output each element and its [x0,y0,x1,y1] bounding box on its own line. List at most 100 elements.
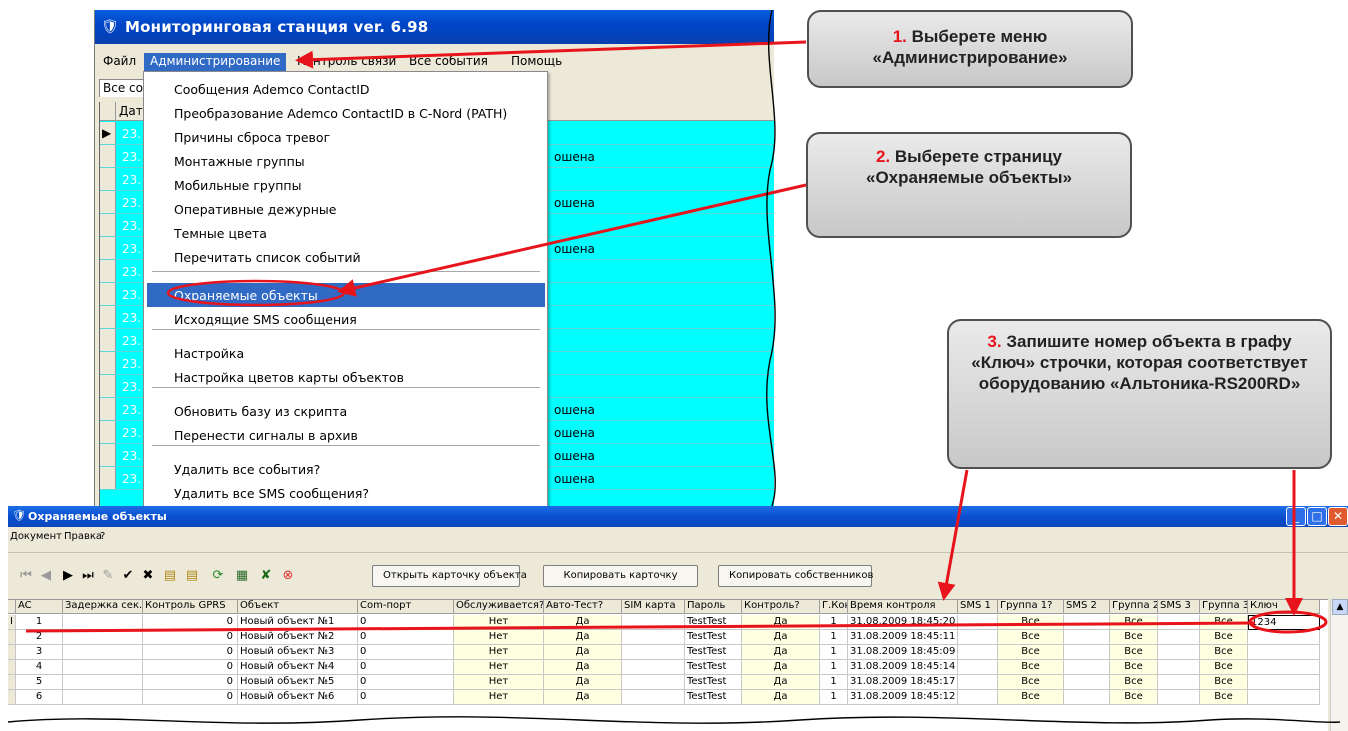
cell-password[interactable]: TestTest [685,675,742,690]
cell-ac[interactable]: 2 [16,630,63,645]
cell-object[interactable]: Новый объект №5 [238,675,358,690]
cell-group3[interactable]: Все [1200,630,1248,645]
menu-file[interactable]: Файл [97,53,142,71]
table-row[interactable]: 2 0 Новый объект №2 0 Нет Да TestTest Да 1 31.08.… [8,630,1328,645]
cell-control[interactable]: Да [742,690,820,705]
cell-sms2[interactable] [1064,615,1110,630]
cell-delay[interactable] [63,630,143,645]
admin-menu-item[interactable]: Причины сброса тревог [147,125,545,149]
cell-group3[interactable]: Все [1200,660,1248,675]
column-header[interactable]: Группа 1? [998,600,1064,614]
cell-com[interactable]: 0 [358,690,454,705]
admin-menu-item[interactable]: Перенести сигналы в архив [147,423,545,447]
column-header[interactable]: Ключ [1248,600,1320,614]
cell-sms3[interactable] [1158,630,1200,645]
cell-gprs[interactable]: 0 [143,630,238,645]
cell-served[interactable]: Нет [454,645,544,660]
row-indicator[interactable]: I [8,615,16,630]
cell-time[interactable]: 31.08.2009 18:45:17 [848,675,958,690]
column-header[interactable]: Объект [238,600,358,614]
add-object-icon[interactable]: ▤ [162,568,178,584]
row-selector[interactable] [100,191,116,213]
column-header[interactable]: Группа 2? [1110,600,1158,614]
cell-group2[interactable]: Все [1110,630,1158,645]
cell-com[interactable]: 0 [358,615,454,630]
cell-ac[interactable]: 5 [16,675,63,690]
cell-autotest[interactable]: Да [544,645,622,660]
cell-key[interactable] [1248,660,1320,675]
cell-object[interactable]: Новый объект №2 [238,630,358,645]
cell-password[interactable]: TestTest [685,690,742,705]
cell-object[interactable]: Новый объект №6 [238,690,358,705]
admin-menu-item[interactable]: Охраняемые объекты [147,283,545,307]
cell-gkont[interactable]: 1 [820,675,848,690]
admin-menu-item[interactable]: Перечитать список событий [147,245,545,269]
cell-sms3[interactable] [1158,615,1200,630]
cell-autotest[interactable]: Да [544,660,622,675]
cell-autotest[interactable]: Да [544,675,622,690]
cell-key[interactable] [1248,690,1320,705]
admin-menu-item[interactable]: Настройка [147,341,545,365]
cell-gkont[interactable]: 1 [820,690,848,705]
row-indicator[interactable] [8,660,16,675]
row-selector[interactable] [100,306,116,328]
first-record-icon[interactable]: ⏮ [18,568,34,584]
row-indicator[interactable] [8,675,16,690]
column-header[interactable]: Г.Конт. [820,600,848,614]
cell-gprs[interactable]: 0 [143,690,238,705]
menu-help[interactable]: Помощь [505,53,568,71]
cell-control[interactable]: Да [742,630,820,645]
cell-object[interactable]: Новый объект №4 [238,660,358,675]
table-row[interactable]: 5 0 Новый объект №5 0 Нет Да TestTest Да 1 31.08.… [8,675,1328,690]
cell-delay[interactable] [63,645,143,660]
cell-password[interactable]: TestTest [685,615,742,630]
admin-menu-item[interactable]: Мобильные группы [147,173,545,197]
post-check-icon[interactable]: ✔ [120,568,136,584]
cell-gkont[interactable]: 1 [820,630,848,645]
cell-delay[interactable] [63,615,143,630]
cancel-x-icon[interactable]: ✖ [140,568,156,584]
cell-key[interactable]: 1234 [1248,615,1320,630]
stop-icon[interactable]: ⊗ [280,568,296,584]
last-record-icon[interactable]: ⏭ [80,568,96,584]
cell-gprs[interactable]: 0 [143,645,238,660]
excel-icon[interactable]: ✘ [258,568,274,584]
cell-gkont[interactable]: 1 [820,645,848,660]
cell-group2[interactable]: Все [1110,675,1158,690]
admin-menu-item[interactable]: Оперативные дежурные [147,197,545,221]
cell-gprs[interactable]: 0 [143,675,238,690]
cell-sim[interactable] [622,645,685,660]
cell-delay[interactable] [63,675,143,690]
cell-control[interactable]: Да [742,645,820,660]
column-header[interactable]: Время контроля [848,600,958,614]
table-row[interactable]: 4 0 Новый объект №4 0 Нет Да TestTest Да 1 31.08.… [8,660,1328,675]
row-selector[interactable] [100,168,116,190]
menu-administration[interactable]: Администрирование [144,53,287,71]
scroll-up-icon[interactable]: ▲ [1332,599,1348,615]
cell-group3[interactable]: Все [1200,690,1248,705]
cell-ac[interactable]: 4 [16,660,63,675]
column-header[interactable]: Com-порт [358,600,454,614]
date-column-header[interactable]: Дат [119,104,143,118]
cell-gkont[interactable]: 1 [820,660,848,675]
row-selector[interactable] [100,467,116,489]
admin-menu-item[interactable]: Преобразование Ademco ContactID в C-Nord… [147,101,545,125]
cell-sms2[interactable] [1064,690,1110,705]
prev-record-icon[interactable]: ◀ [38,568,54,584]
column-header[interactable]: SMS 3 [1158,600,1200,614]
cell-password[interactable]: TestTest [685,660,742,675]
row-indicator[interactable] [8,690,16,705]
cell-ac[interactable]: 3 [16,645,63,660]
column-header[interactable]: SMS 2 [1064,600,1110,614]
menu-question[interactable]: ? [100,531,105,542]
column-header[interactable]: Обслуживается? [454,600,544,614]
row-selector[interactable] [100,375,116,397]
cell-served[interactable]: Нет [454,630,544,645]
cell-gprs[interactable]: 0 [143,615,238,630]
row-selector[interactable]: ▶ [100,122,116,144]
cell-sim[interactable] [622,660,685,675]
cell-sms3[interactable] [1158,645,1200,660]
cell-time[interactable]: 31.08.2009 18:45:14 [848,660,958,675]
row-selector[interactable] [100,260,116,282]
admin-menu-item[interactable]: Настройка цветов карты объектов [147,365,545,389]
